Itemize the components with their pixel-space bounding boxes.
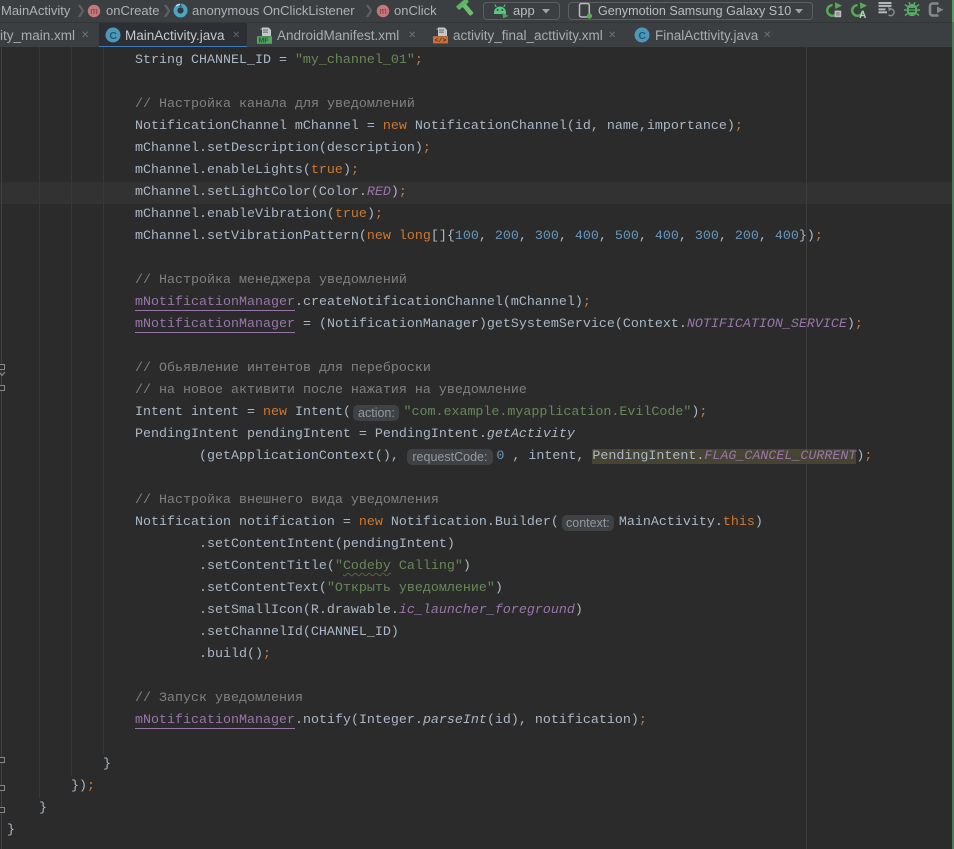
svg-text:m: m	[379, 6, 387, 16]
svg-text:A: A	[859, 10, 866, 19]
svg-text:</>: </>	[435, 37, 447, 44]
svg-text:m: m	[90, 6, 98, 16]
svg-text:C: C	[638, 30, 646, 42]
svg-text:MF: MF	[258, 38, 269, 45]
svg-text:C: C	[109, 30, 117, 42]
